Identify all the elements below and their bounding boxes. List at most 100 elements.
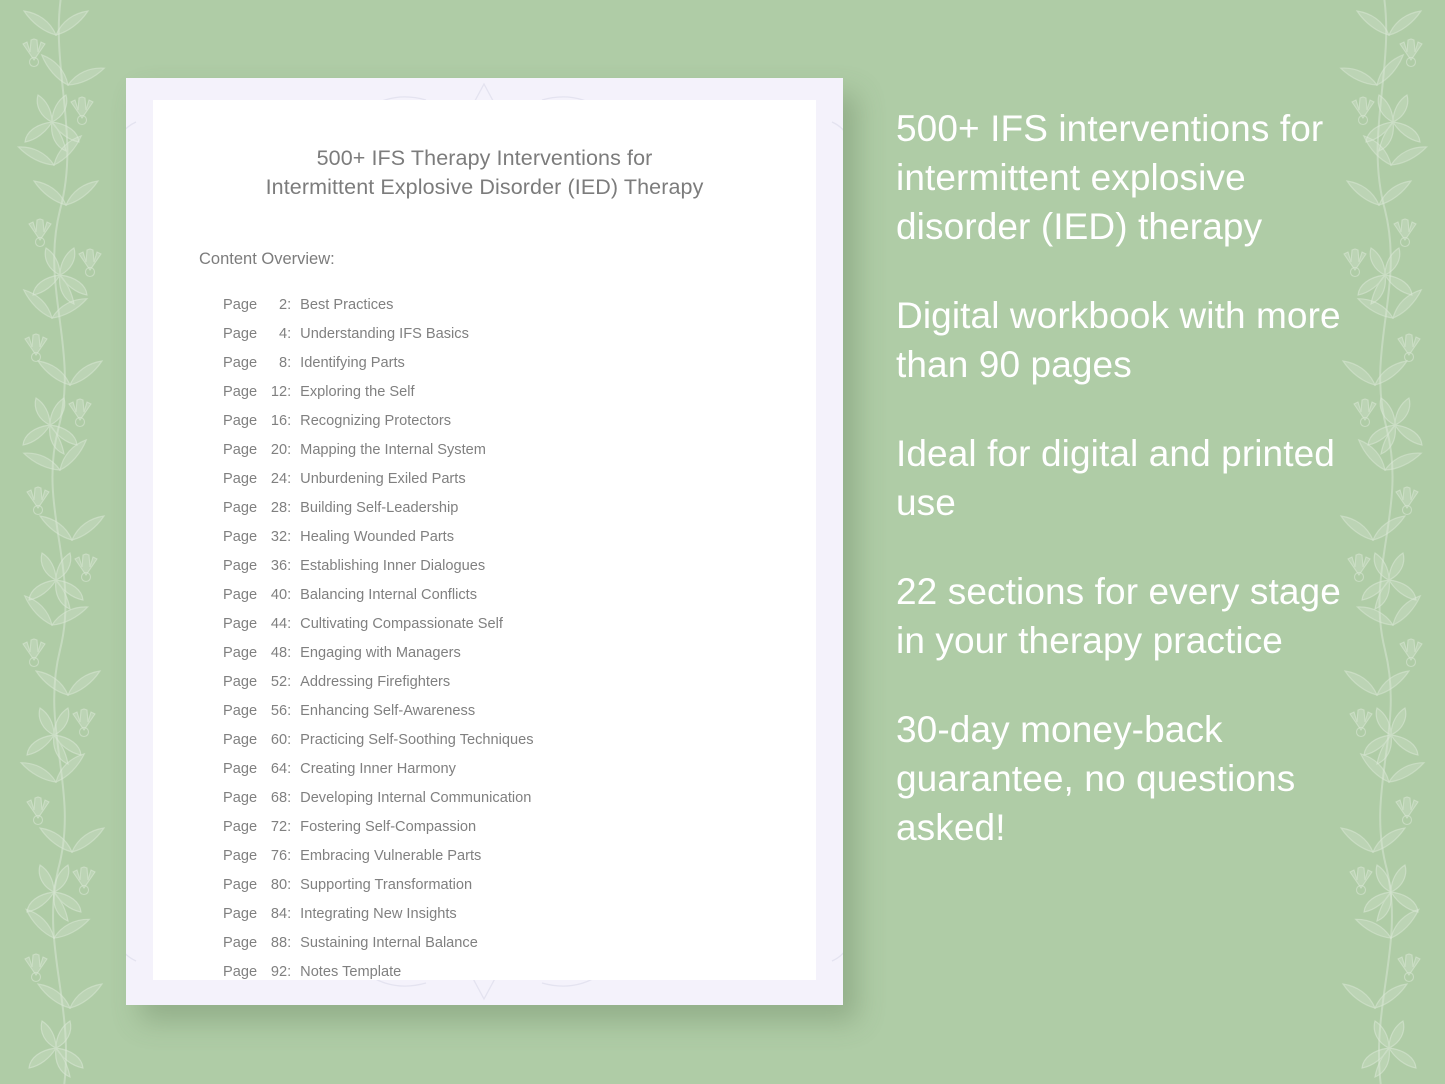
toc-entry-title: Recognizing Protectors	[300, 413, 452, 429]
floral-vine-border-left	[17, 0, 105, 1084]
toc-entry-title: Sustaining Internal Balance	[300, 935, 478, 951]
toc-entry-page-number: 24	[270, 471, 288, 487]
toc-entry-page-word: Page	[223, 384, 258, 400]
toc-entry: Page 72: Fostering Self-Compassion	[223, 813, 772, 842]
toc-entry-page-number: 88	[270, 935, 288, 951]
toc-entry-page-word: Page	[223, 413, 258, 429]
toc-entry-colon: :	[287, 877, 292, 893]
toc-entry: Page 40: Balancing Internal Conflicts	[223, 581, 772, 610]
toc-entry-colon: :	[287, 819, 292, 835]
toc-entry-page-word: Page	[223, 935, 258, 951]
marketing-claims-list: 500+ IFS interventions for intermittent …	[896, 104, 1366, 852]
toc-entry-colon: :	[287, 355, 292, 371]
toc-entry-colon: :	[287, 384, 292, 400]
toc-entry-page-word: Page	[223, 587, 258, 603]
marketing-claim: 30-day money-back guarantee, no question…	[896, 709, 1296, 848]
toc-entry-colon: :	[287, 848, 292, 864]
toc-entry-colon: :	[287, 442, 292, 458]
page-title: 500+ IFS Therapy Interventions for Inter…	[197, 144, 772, 202]
toc-entry-page-word: Page	[223, 877, 258, 893]
page-title-line-2: Intermittent Explosive Disorder (IED) Th…	[265, 175, 704, 199]
toc-entry-page-number: 12	[270, 384, 288, 400]
marketing-claim: 22 sections for every stage in your ther…	[896, 571, 1341, 661]
toc-entry-title: Unburdening Exiled Parts	[300, 471, 466, 487]
toc-entry: Page 60: Practicing Self-Soothing Techniqu…	[223, 726, 772, 755]
toc-entry-page-word: Page	[223, 500, 258, 516]
toc-entry-page-word: Page	[223, 645, 258, 661]
toc-entry-title: Mapping the Internal System	[300, 442, 486, 458]
toc-entry-title: Establishing Inner Dialogues	[300, 558, 486, 574]
toc-entry-colon: :	[287, 326, 292, 342]
toc-entry-title: Engaging with Managers	[300, 645, 461, 661]
toc-entry-title: Building Self-Leadership	[300, 500, 459, 516]
toc-entry-title: Identifying Parts	[300, 355, 405, 371]
content-overview-label: Content Overview:	[199, 250, 335, 268]
toc-entry-colon: :	[287, 935, 292, 951]
toc-entry-title: Fostering Self-Compassion	[300, 819, 477, 835]
toc-entry-page-word: Page	[223, 529, 258, 545]
toc-entry-page-number: 4	[278, 326, 288, 342]
toc-entry: Page 12: Exploring the Self	[223, 378, 772, 407]
toc-entry-colon: :	[287, 471, 292, 487]
toc-entry-title: Embracing Vulnerable Parts	[300, 848, 482, 864]
toc-entry-page-word: Page	[223, 355, 258, 371]
toc-entry-colon: :	[287, 732, 292, 748]
toc-entry-title: Integrating New Insights	[300, 906, 457, 922]
toc-entry: Page 64: Creating Inner Harmony	[223, 755, 772, 784]
toc-entry-colon: :	[287, 558, 292, 574]
toc-entry-title: Healing Wounded Parts	[300, 529, 455, 545]
toc-entry-page-word: Page	[223, 326, 258, 342]
toc-entry-page-number: 64	[270, 761, 288, 777]
table-of-contents: Page 2: Best Practices Page 4: Understanding …	[223, 291, 772, 987]
toc-entry-title: Practicing Self-Soothing Techniques	[300, 732, 534, 748]
toc-entry-page-number: 44	[270, 616, 288, 632]
toc-entry-page-word: Page	[223, 703, 258, 719]
toc-entry-page-word: Page	[223, 819, 258, 835]
marketing-claim: Digital workbook with more than 90 pages	[896, 295, 1341, 385]
toc-entry-title: Notes Template	[300, 964, 402, 980]
toc-entry-page-number: 76	[270, 848, 288, 864]
toc-entry-page-number: 52	[270, 674, 288, 690]
toc-entry-page-number: 84	[270, 906, 288, 922]
toc-entry-colon: :	[287, 703, 292, 719]
toc-entry: Page 92: Notes Template	[223, 958, 772, 987]
toc-entry-page-number: 20	[270, 442, 288, 458]
toc-entry-page-word: Page	[223, 848, 258, 864]
toc-entry-page-number: 32	[270, 529, 288, 545]
toc-entry-page-number: 2	[278, 297, 288, 313]
toc-entry-page-number: 40	[270, 587, 288, 603]
toc-entry-title: Best Practices	[300, 297, 394, 313]
toc-entry-page-word: Page	[223, 616, 258, 632]
toc-entry-page-number: 8	[278, 355, 288, 371]
toc-entry-colon: :	[287, 964, 292, 980]
toc-entry-page-word: Page	[223, 790, 258, 806]
toc-entry-page-word: Page	[223, 297, 258, 313]
toc-entry: Page 16: Recognizing Protectors	[223, 407, 772, 436]
toc-entry-title: Exploring the Self	[300, 384, 415, 400]
toc-entry-colon: :	[287, 413, 292, 429]
toc-entry: Page 52: Addressing Firefighters	[223, 668, 772, 697]
marketing-claim: Ideal for digital and printed use	[896, 433, 1335, 523]
toc-entry-page-word: Page	[223, 906, 258, 922]
toc-entry-title: Developing Internal Communication	[300, 790, 532, 806]
toc-entry-page-number: 48	[270, 645, 288, 661]
toc-entry-page-number: 28	[270, 500, 288, 516]
toc-entry-page-number: 36	[270, 558, 288, 574]
toc-entry: Page 8: Identifying Parts	[223, 349, 772, 378]
toc-entry-colon: :	[287, 587, 292, 603]
toc-entry: Page 24: Unburdening Exiled Parts	[223, 465, 772, 494]
toc-entry-title: Addressing Firefighters	[300, 674, 451, 690]
toc-entry-colon: :	[287, 529, 292, 545]
toc-entry-colon: :	[287, 790, 292, 806]
page-title-line-1: 500+ IFS Therapy Interventions for	[316, 146, 653, 170]
toc-entry: Page 88: Sustaining Internal Balance	[223, 929, 772, 958]
toc-entry-page-word: Page	[223, 761, 258, 777]
toc-entry-colon: :	[287, 761, 292, 777]
toc-entry-page-number: 60	[270, 732, 288, 748]
toc-entry: Page 80: Supporting Transformation	[223, 871, 772, 900]
toc-entry-page-number: 16	[270, 413, 288, 429]
toc-entry-title: Creating Inner Harmony	[300, 761, 456, 777]
toc-entry-page-number: 92	[270, 964, 288, 980]
toc-entry-colon: :	[287, 906, 292, 922]
toc-entry-page-word: Page	[223, 442, 258, 458]
